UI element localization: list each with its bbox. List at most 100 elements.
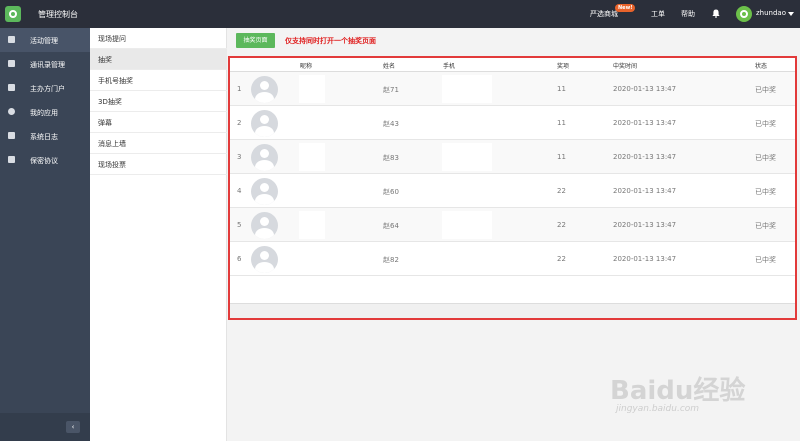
app-icon xyxy=(8,108,15,115)
row-index: 6 xyxy=(237,255,242,263)
status-cell: 已中奖 xyxy=(755,222,776,230)
prize-cell: 11 xyxy=(557,119,566,127)
time-cell: 2020-01-13 13:47 xyxy=(613,221,677,229)
logo-icon xyxy=(5,6,21,22)
log-icon xyxy=(8,132,15,139)
time-cell: 2020-01-13 13:47 xyxy=(613,85,677,93)
sidebar-item-label: 我的应用 xyxy=(30,109,58,117)
column-header-time: 中奖时间 xyxy=(613,63,638,70)
row-index: 5 xyxy=(237,221,242,229)
row-index: 3 xyxy=(237,153,242,161)
nav-ticket-link[interactable]: 工单 xyxy=(651,9,665,19)
new-badge: New! xyxy=(615,4,636,12)
table-row: 2 赵43 11 2020-01-13 13:47 已中奖 xyxy=(230,106,795,140)
baidu-watermark-logo: Baidu经验 xyxy=(610,376,746,406)
row-index: 4 xyxy=(237,187,242,195)
table-header: 昵称 姓名 手机 奖项 中奖时间 状态 xyxy=(230,58,795,72)
submenu-item-label: 消息上墙 xyxy=(98,140,126,148)
submenu-item-label: 抽奖 xyxy=(98,56,112,64)
submenu-item-message-wall[interactable]: 消息上墙 xyxy=(90,133,227,154)
prize-cell: 22 xyxy=(557,221,566,229)
chevron-down-icon[interactable] xyxy=(788,12,794,16)
table-row: 5 赵64 22 2020-01-13 13:47 已中奖 xyxy=(230,208,795,242)
sidebar-footer: ‹ xyxy=(0,413,90,441)
column-header-nickname: 昵称 xyxy=(300,63,313,70)
name-cell: 赵82 xyxy=(383,256,399,264)
sidebar-item-label: 活动管理 xyxy=(30,37,58,45)
row-index: 2 xyxy=(237,119,242,127)
name-cell: 赵71 xyxy=(383,86,399,94)
prize-cell: 22 xyxy=(557,187,566,195)
name-cell: 赵60 xyxy=(383,188,399,196)
brand[interactable]: 管理控制台 xyxy=(0,0,90,28)
sidebar-item-apps[interactable]: 我的应用 xyxy=(0,100,90,124)
avatar xyxy=(251,178,278,205)
nickname-redacted xyxy=(299,109,325,137)
column-header-status: 状态 xyxy=(755,63,768,70)
status-cell: 已中奖 xyxy=(755,188,776,196)
submenu-item-label: 3D抽奖 xyxy=(98,98,122,106)
sidebar-item-contacts[interactable]: 通讯录管理 xyxy=(0,52,90,76)
submenu-item-label: 弹幕 xyxy=(98,119,112,127)
bell-icon[interactable] xyxy=(712,9,720,18)
prize-cell: 22 xyxy=(557,255,566,263)
time-cell: 2020-01-13 13:47 xyxy=(613,187,677,195)
sidebar-item-agreement[interactable]: 保密协议 xyxy=(0,148,90,172)
collapse-sidebar-button[interactable]: ‹ xyxy=(66,421,80,433)
submenu-item-qa[interactable]: 现场提问 xyxy=(90,28,227,49)
status-cell: 已中奖 xyxy=(755,120,776,128)
phone-redacted xyxy=(442,75,492,103)
time-cell: 2020-01-13 13:47 xyxy=(613,119,677,127)
column-header-prize: 奖项 xyxy=(557,63,570,70)
nickname-redacted xyxy=(299,143,325,171)
nickname-redacted xyxy=(299,211,325,239)
document-icon xyxy=(8,156,15,163)
name-cell: 赵83 xyxy=(383,154,399,162)
nav-help-link[interactable]: 帮助 xyxy=(681,9,695,19)
username[interactable]: zhundao xyxy=(756,9,786,17)
submenu-item-label: 现场投票 xyxy=(98,161,126,169)
submenu-item-3d-lottery[interactable]: 3D抽奖 xyxy=(90,91,227,112)
phone-redacted xyxy=(442,245,492,273)
submenu-item-label: 现场提问 xyxy=(98,35,126,43)
brand-title: 管理控制台 xyxy=(38,10,78,19)
avatar xyxy=(251,144,278,171)
status-cell: 已中奖 xyxy=(755,154,776,162)
name-cell: 赵64 xyxy=(383,222,399,230)
table-row: 3 赵83 11 2020-01-13 13:47 已中奖 xyxy=(230,140,795,174)
table-row: 4 赵60 22 2020-01-13 13:47 已中奖 xyxy=(230,174,795,208)
phone-redacted xyxy=(442,211,492,239)
submenu-item-danmaku[interactable]: 弹幕 xyxy=(90,112,227,133)
status-cell: 已中奖 xyxy=(755,256,776,264)
lottery-page-button[interactable]: 抽奖页面 xyxy=(236,33,275,48)
avatar xyxy=(251,212,278,239)
time-cell: 2020-01-13 13:47 xyxy=(613,153,677,161)
prize-cell: 11 xyxy=(557,153,566,161)
submenu-item-phone-lottery[interactable]: 手机号抽奖 xyxy=(90,70,227,91)
user-avatar[interactable] xyxy=(736,6,752,22)
status-cell: 已中奖 xyxy=(755,86,776,94)
table-footer xyxy=(230,303,795,318)
avatar xyxy=(251,246,278,273)
phone-redacted xyxy=(442,143,492,171)
avatar xyxy=(251,76,278,103)
sidebar-item-label: 保密协议 xyxy=(30,157,58,165)
sidebar-item-label: 主办方门户 xyxy=(30,85,65,93)
top-bar: 管理控制台 严选商城 New! 工单 帮助 zhundao xyxy=(0,0,800,28)
sidebar-item-activity[interactable]: 活动管理 xyxy=(0,28,90,52)
tip-text: 仅支持同时打开一个抽奖页面 xyxy=(285,37,376,45)
sidebar-item-logs[interactable]: 系统日志 xyxy=(0,124,90,148)
sidebar: 活动管理 通讯录管理 主办方门户 我的应用 系统日志 保密协议 ‹ xyxy=(0,28,90,441)
column-header-phone: 手机 xyxy=(443,63,456,70)
phone-redacted xyxy=(442,177,492,205)
phone-redacted xyxy=(442,109,492,137)
time-cell: 2020-01-13 13:47 xyxy=(613,255,677,263)
nickname-redacted xyxy=(299,245,325,273)
nav-shop-link[interactable]: 严选商城 xyxy=(590,9,618,19)
submenu-item-vote[interactable]: 现场投票 xyxy=(90,154,227,175)
submenu-item-lottery[interactable]: 抽奖 xyxy=(90,49,227,70)
winners-table: 昵称 姓名 手机 奖项 中奖时间 状态 1 赵71 11 2020-01-13 … xyxy=(228,56,797,320)
submenu: 现场提问 抽奖 手机号抽奖 3D抽奖 弹幕 消息上墙 现场投票 xyxy=(90,28,227,441)
sidebar-item-portal[interactable]: 主办方门户 xyxy=(0,76,90,100)
nickname-redacted xyxy=(299,75,325,103)
